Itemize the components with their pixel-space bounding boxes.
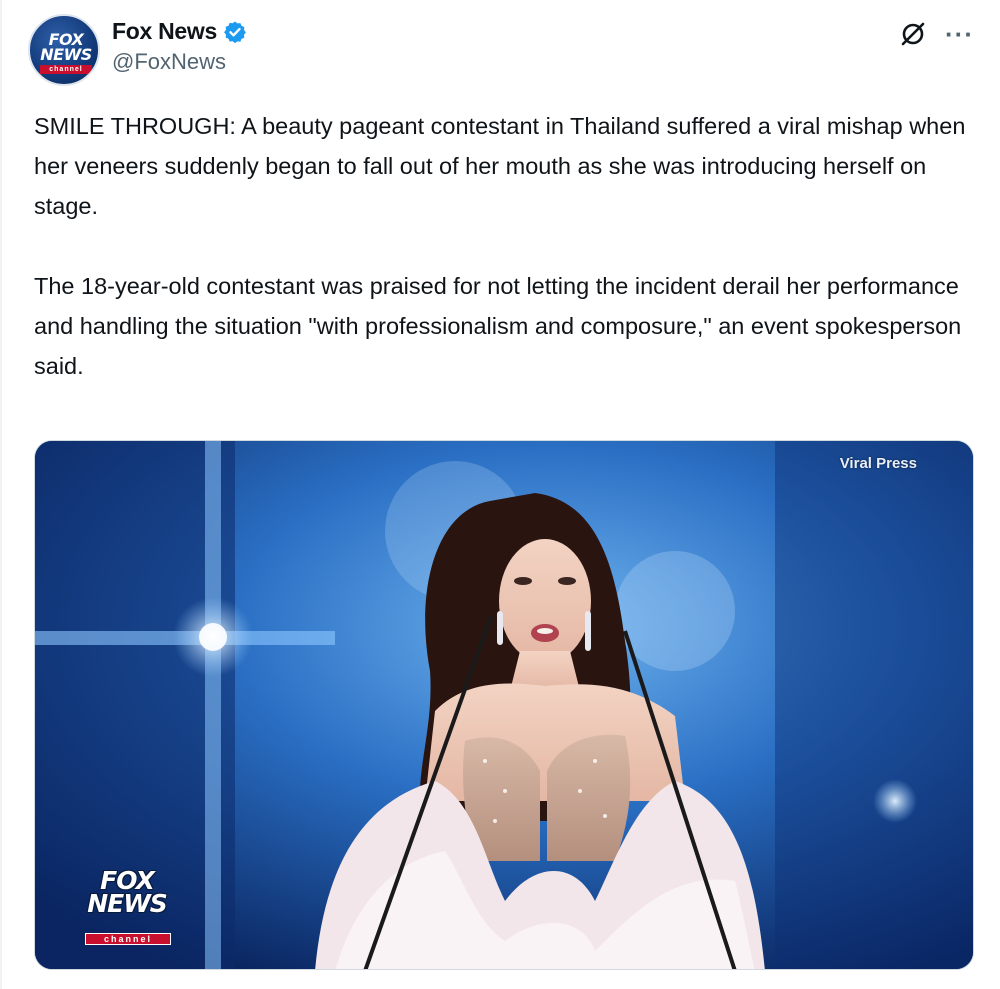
avatar-logo-bar: channel [40, 65, 92, 74]
avatar-logo-text: FOX NEWS [40, 30, 92, 64]
header-actions: ··· [899, 20, 974, 48]
tweet-paragraph: The 18-year-old contestant was praised f… [34, 273, 962, 379]
tweet-card: FOX NEWS channel Fox News @FoxNews ··· S… [0, 0, 1000, 989]
more-options-icon[interactable]: ··· [945, 21, 974, 47]
verified-badge-icon[interactable] [223, 20, 247, 44]
tweet-text: SMILE THROUGH: A beauty pageant contesta… [34, 106, 984, 386]
avatar[interactable]: FOX NEWS channel [28, 14, 100, 86]
video-watermark: Viral Press [839, 455, 917, 472]
video-frame [35, 441, 973, 969]
author-names: Fox News @FoxNews [112, 14, 247, 75]
tweet-paragraph: SMILE THROUGH: A beauty pageant contesta… [34, 113, 966, 219]
handle[interactable]: @FoxNews [112, 49, 247, 75]
display-name[interactable]: Fox News [112, 18, 217, 45]
tweet-header: FOX NEWS channel Fox News @FoxNews ··· [28, 14, 980, 86]
tweet-media-video[interactable]: Viral Press FOX NEWS channel [34, 440, 974, 970]
grok-icon[interactable] [899, 20, 927, 48]
fox-news-channel-logo: FOX NEWS channel [81, 857, 173, 947]
